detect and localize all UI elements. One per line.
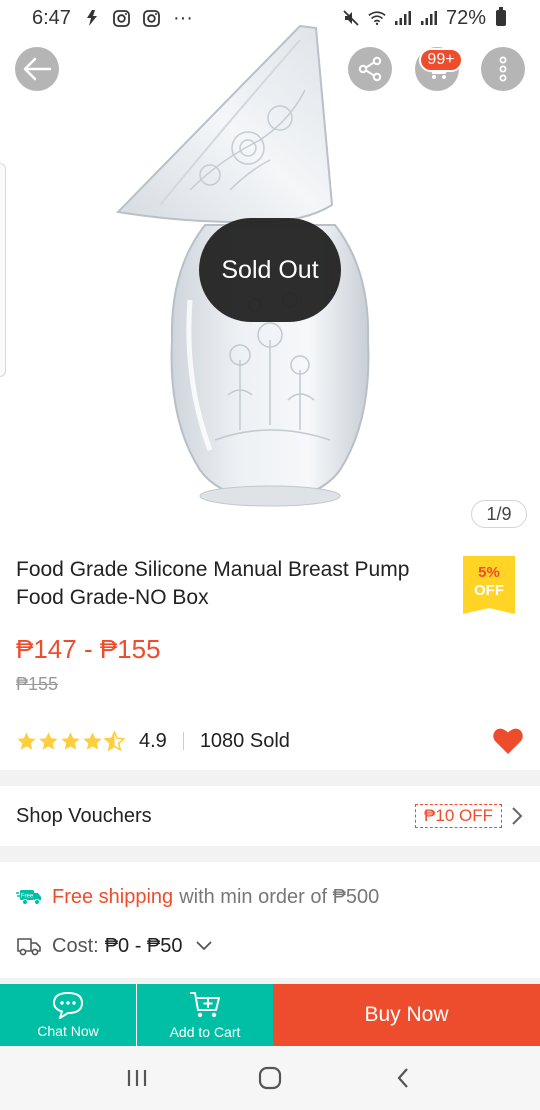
shop-vouchers-row[interactable]: Shop Vouchers ₱10 OFF: [0, 786, 540, 846]
notification-app-icon: [83, 9, 101, 27]
recent-apps-button[interactable]: [117, 1058, 157, 1098]
product-image-gallery[interactable]: 99+ Sold Out 1/9: [0, 0, 540, 540]
cart-count-badge: 99+: [419, 48, 463, 72]
signal-icon: [394, 9, 412, 27]
home-icon: [258, 1066, 282, 1090]
star-full-icon: [83, 731, 102, 750]
free-shipping-highlight: Free shipping: [52, 885, 174, 908]
section-divider: [0, 846, 540, 862]
more-options-button[interactable]: [481, 47, 525, 91]
free-badge-text: Free: [21, 894, 34, 900]
system-back-button[interactable]: [383, 1058, 423, 1098]
wifi-icon: [368, 9, 386, 27]
recent-apps-icon: [127, 1070, 146, 1086]
product-title-line: Food Grade-NO Box: [16, 586, 209, 609]
shipping-cost-row[interactable]: Cost: ₱0 - ₱50: [16, 930, 213, 962]
battery-percent: 72%: [445, 6, 486, 29]
product-title-line: Food Grade Silicone Manual Breast Pump: [16, 558, 410, 581]
add-to-cart-button[interactable]: Add to Cart: [137, 984, 273, 1046]
section-divider: [0, 770, 540, 786]
home-button[interactable]: [250, 1058, 290, 1098]
discount-badge: 5% OFF: [463, 556, 515, 614]
signal-icon: [420, 9, 438, 27]
chat-now-label: Chat Now: [37, 1023, 99, 1039]
add-to-cart-icon: [190, 992, 220, 1018]
discount-percent: 5%: [478, 564, 500, 581]
star-full-icon: [61, 731, 80, 750]
shipping-cost-label: Cost:: [52, 934, 99, 957]
sold-out-overlay: Sold Out: [199, 218, 341, 322]
divider: [136, 994, 137, 1036]
buy-now-button[interactable]: Buy Now: [273, 984, 540, 1046]
star-full-icon: [39, 731, 58, 750]
chevron-left-icon: [397, 1068, 409, 1088]
instagram-icon: [143, 9, 161, 27]
free-shipping-truck-icon: Free: [16, 890, 41, 905]
share-button[interactable]: [348, 47, 392, 91]
more-notifications-icon: ···: [172, 6, 193, 29]
system-navigation-bar: [0, 1046, 540, 1110]
side-panel-handle[interactable]: [0, 163, 6, 377]
product-title: Food Grade Silicone Manual Breast Pump F…: [16, 556, 456, 612]
more-vertical-icon: [499, 56, 507, 82]
chevron-right-icon: [512, 807, 523, 825]
divider: [182, 732, 184, 750]
star-half-icon: [104, 730, 125, 751]
image-counter: 1/9: [471, 500, 527, 528]
arrow-left-icon: [23, 57, 52, 81]
status-bar: 6:47 ··· 72%: [0, 0, 540, 36]
rating-row[interactable]: 4.9 1080 Sold: [16, 726, 524, 756]
clock: 6:47: [32, 6, 71, 29]
chevron-down-icon: [195, 941, 212, 951]
mute-icon: [342, 9, 360, 27]
free-shipping-row[interactable]: Free Free shipping with min order of ₱50…: [16, 880, 379, 914]
voucher-chip[interactable]: ₱10 OFF: [415, 804, 502, 828]
shipping-cost-value: ₱0 - ₱50: [104, 934, 183, 957]
free-shipping-condition: with min order of ₱500: [179, 885, 380, 908]
sold-count: 1080 Sold: [199, 729, 290, 752]
instagram-icon: [113, 9, 131, 27]
truck-icon: [17, 938, 41, 956]
bottom-action-bar: Chat Now Add to Cart Buy Now: [0, 984, 540, 1046]
heart-icon[interactable]: [492, 726, 524, 756]
rating-value: 4.9: [139, 729, 167, 752]
discount-off-label: OFF: [474, 582, 504, 599]
original-price: ₱155: [16, 674, 59, 694]
price-range: ₱147 - ₱155: [16, 634, 161, 664]
product-page: 99+ Sold Out 1/9 6:47 ··· 72% Food Grade…: [0, 0, 540, 1110]
star-full-icon: [17, 731, 36, 750]
share-icon: [358, 56, 382, 82]
chat-now-button[interactable]: Chat Now: [0, 984, 136, 1046]
rating-stars: [16, 730, 125, 752]
back-button[interactable]: [15, 47, 59, 91]
battery-icon: [496, 7, 506, 26]
add-to-cart-label: Add to Cart: [169, 1024, 241, 1040]
chat-bubble-icon: [52, 991, 84, 1019]
shop-vouchers-label: Shop Vouchers: [16, 804, 152, 827]
